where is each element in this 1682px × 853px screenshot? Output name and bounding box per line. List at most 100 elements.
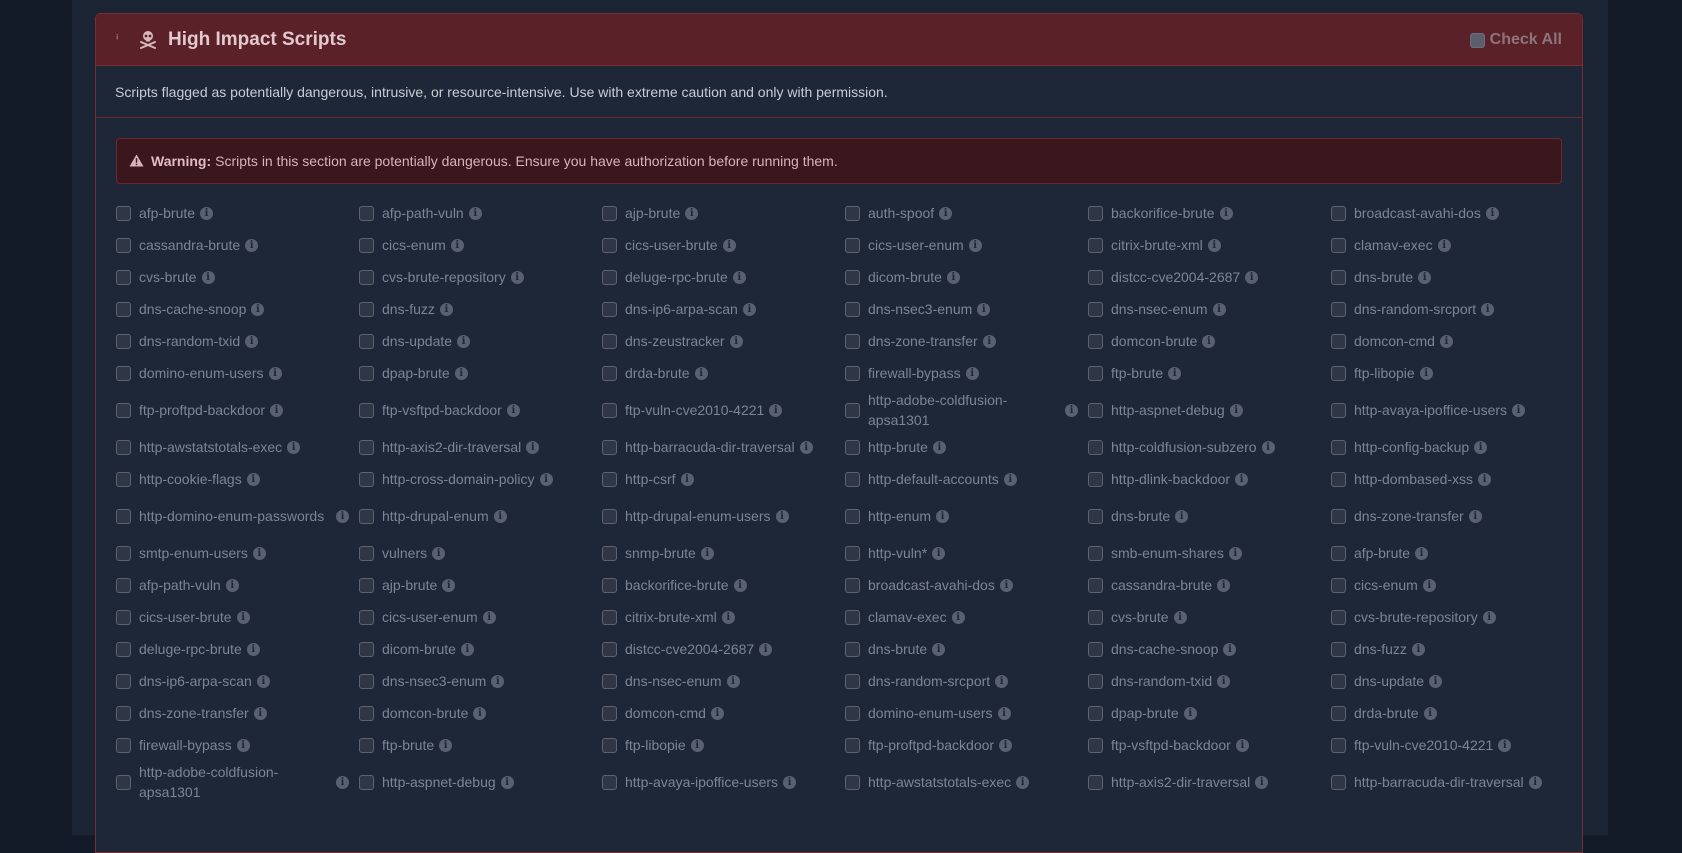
info-icon[interactable]: i — [439, 302, 453, 316]
script-checkbox[interactable] — [602, 301, 617, 317]
info-icon[interactable]: i — [1437, 238, 1451, 252]
script-name[interactable]: dpap-brute — [1111, 703, 1179, 723]
script-checkbox[interactable] — [1331, 365, 1346, 381]
info-icon[interactable]: i — [1175, 509, 1189, 523]
info-icon[interactable]: i — [769, 403, 783, 417]
script-name[interactable]: http-cookie-flags — [139, 469, 242, 489]
script-checkbox[interactable] — [116, 737, 131, 753]
script-item[interactable]: clamav-exec i — [845, 601, 1088, 633]
script-name[interactable]: dns-update — [1354, 671, 1424, 691]
script-item[interactable]: ftp-vuln-cve2010-4221 i — [1331, 729, 1574, 761]
script-checkbox[interactable] — [845, 237, 860, 253]
script-name[interactable]: domcon-cmd — [625, 703, 706, 723]
info-icon[interactable]: i — [733, 578, 747, 592]
script-name[interactable]: cassandra-brute — [1111, 575, 1212, 595]
info-icon[interactable]: i — [1478, 472, 1492, 486]
info-icon[interactable]: i — [246, 642, 260, 656]
info-icon[interactable]: i — [460, 642, 474, 656]
script-name[interactable]: dns-ip6-arpa-scan — [139, 671, 252, 691]
script-name[interactable]: http-avaya-ipoffice-users — [1354, 400, 1507, 420]
script-checkbox[interactable] — [1331, 737, 1346, 753]
script-item[interactable]: domino-enum-users i — [116, 357, 359, 389]
script-checkbox[interactable] — [845, 641, 860, 657]
info-icon[interactable]: i — [1065, 403, 1078, 417]
script-name[interactable]: http-cross-domain-policy — [382, 469, 535, 489]
script-name[interactable]: afp-path-vuln — [139, 575, 221, 595]
script-checkbox[interactable] — [1088, 439, 1103, 455]
script-checkbox[interactable] — [1331, 774, 1346, 790]
info-icon[interactable]: i — [236, 610, 250, 624]
script-item[interactable]: ftp-proftpd-backdoor i — [845, 729, 1088, 761]
script-checkbox[interactable] — [1331, 237, 1346, 253]
script-item[interactable]: http-drupal-enum-users i — [602, 495, 845, 537]
script-checkbox[interactable] — [116, 545, 131, 561]
info-icon[interactable]: i — [482, 610, 496, 624]
info-icon[interactable]: i — [700, 546, 714, 560]
script-name[interactable]: backorifice-brute — [625, 575, 729, 595]
info-icon[interactable]: i — [457, 334, 471, 348]
script-item[interactable]: dicom-brute i — [359, 633, 602, 665]
script-checkbox[interactable] — [1088, 641, 1103, 657]
script-checkbox[interactable] — [1088, 609, 1103, 625]
script-name[interactable]: cics-user-enum — [868, 235, 964, 255]
script-item[interactable]: dns-fuzz i — [359, 293, 602, 325]
script-checkbox[interactable] — [1331, 439, 1346, 455]
info-icon[interactable]: i — [1168, 366, 1182, 380]
script-item[interactable]: cics-user-enum i — [845, 229, 1088, 261]
info-icon[interactable]: i — [1415, 546, 1429, 560]
info-icon[interactable]: i — [1223, 642, 1237, 656]
script-checkbox[interactable] — [1331, 673, 1346, 689]
script-item[interactable]: dicom-brute i — [845, 261, 1088, 293]
script-item[interactable]: ftp-libopie i — [602, 729, 845, 761]
script-name[interactable]: ftp-libopie — [1354, 363, 1415, 383]
script-name[interactable]: http-barracuda-dir-traversal — [1354, 772, 1524, 792]
script-name[interactable]: citrix-brute-xml — [1111, 235, 1203, 255]
info-icon[interactable]: i — [732, 270, 746, 284]
info-icon[interactable]: i — [1418, 270, 1432, 284]
script-checkbox[interactable] — [845, 365, 860, 381]
script-item[interactable]: ftp-brute i — [359, 729, 602, 761]
info-icon[interactable]: i — [439, 738, 453, 752]
script-checkbox[interactable] — [845, 673, 860, 689]
info-icon[interactable]: i — [1229, 403, 1243, 417]
script-checkbox[interactable] — [1088, 577, 1103, 593]
collapse-indicator-icon[interactable]: ⁱ — [116, 32, 130, 48]
script-name[interactable]: distcc-cve2004-2687 — [1111, 267, 1240, 287]
info-icon[interactable]: i — [1212, 302, 1226, 316]
script-checkbox[interactable] — [359, 737, 374, 753]
script-name[interactable]: cics-user-enum — [382, 607, 478, 627]
script-checkbox[interactable] — [845, 471, 860, 487]
script-item[interactable]: dns-brute i — [1331, 261, 1574, 293]
info-icon[interactable]: i — [336, 509, 349, 523]
script-name[interactable]: dns-nsec3-enum — [868, 299, 972, 319]
script-name[interactable]: http-vuln* — [868, 543, 927, 563]
script-item[interactable]: auth-spoof i — [845, 197, 1088, 229]
info-icon[interactable]: i — [997, 706, 1011, 720]
script-item[interactable]: http-dombased-xss i — [1331, 463, 1574, 495]
script-item[interactable]: dns-brute i — [1088, 495, 1331, 537]
script-item[interactable]: http-coldfusion-subzero i — [1088, 431, 1331, 463]
script-name[interactable]: cvs-brute — [139, 267, 197, 287]
script-checkbox[interactable] — [1331, 609, 1346, 625]
script-name[interactable]: dns-cache-snoop — [1111, 639, 1218, 659]
script-checkbox[interactable] — [359, 301, 374, 317]
script-checkbox[interactable] — [116, 774, 131, 790]
info-icon[interactable]: i — [526, 440, 540, 454]
script-name[interactable]: dicom-brute — [382, 639, 456, 659]
script-item[interactable]: drda-brute i — [1331, 697, 1574, 729]
script-item[interactable]: http-aspnet-debug i — [1088, 389, 1331, 431]
script-checkbox[interactable] — [116, 365, 131, 381]
script-checkbox[interactable] — [1088, 705, 1103, 721]
script-checkbox[interactable] — [1331, 577, 1346, 593]
info-icon[interactable]: i — [200, 206, 214, 220]
script-item[interactable]: dns-nsec3-enum i — [845, 293, 1088, 325]
script-item[interactable]: http-axis2-dir-traversal i — [1088, 761, 1331, 803]
script-name[interactable]: dns-zone-transfer — [139, 703, 249, 723]
info-icon[interactable]: i — [1207, 238, 1221, 252]
script-checkbox[interactable] — [602, 705, 617, 721]
script-item[interactable]: dns-ip6-arpa-scan i — [602, 293, 845, 325]
script-item[interactable]: cics-user-brute i — [602, 229, 845, 261]
script-item[interactable]: dns-fuzz i — [1331, 633, 1574, 665]
script-name[interactable]: http-axis2-dir-traversal — [382, 437, 521, 457]
script-checkbox[interactable] — [845, 402, 860, 418]
